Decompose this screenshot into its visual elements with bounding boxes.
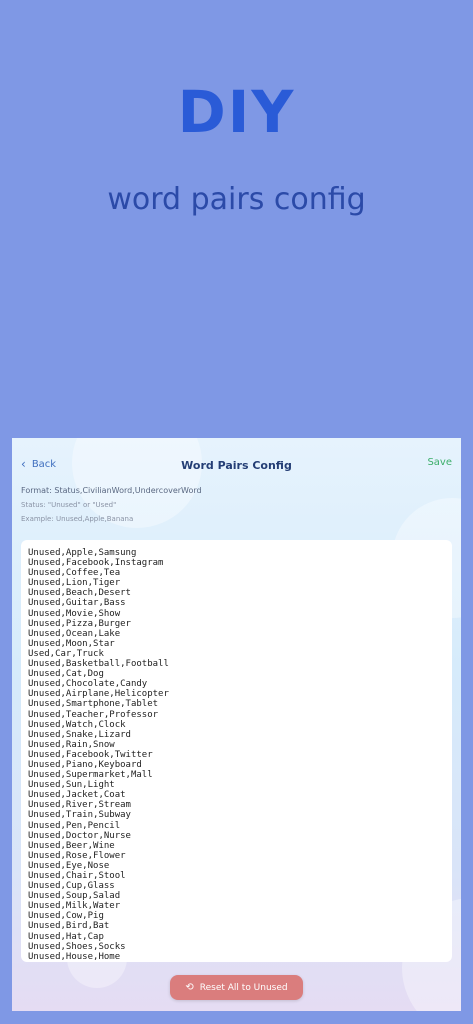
text-line: Unused,Airplane,Helicopter [28,689,169,700]
example-text: Example: Unused,Apple,Banana [21,515,134,523]
text-line: Unused,Moon,Star [28,638,115,649]
text-line: Unused,Soup,Salad [28,891,121,902]
text-line: Unused,Cow,Pig [28,911,104,922]
text-line: Unused,Doctor,Nurse [28,830,131,841]
text-line: Unused,Bird,Bat [28,921,110,932]
text-line: Unused,Guitar,Bass [28,598,126,609]
text-line: Unused,Apple,Samsung [28,548,137,558]
text-line: Unused,Facebook,Twitter [28,749,153,760]
text-line: Unused,Train,Subway [28,810,131,821]
text-line: Unused,Sun,Light [28,780,115,791]
status-text: Status: "Unused" or "Used" [21,501,117,509]
format-info: Format: Status,CivilianWord,UndercoverWo… [21,486,202,529]
text-line: Unused,Supermarket,Mall [28,770,153,781]
text-line: Unused,Hat,Cap [28,931,104,942]
hero-title: DIY [177,78,296,146]
text-line: Unused,Snake,Lizard [28,729,131,740]
text-line: Unused,Milk,Water [28,901,121,912]
text-line: Unused,Cup,Glass [28,881,115,892]
config-screen: ‹ Back Word Pairs Config Save Format: St… [12,438,461,1011]
text-line: Unused,Pen,Pencil [28,820,121,831]
text-line: Unused,Piano,Keyboard [28,759,142,770]
text-line: Unused,Beer,Wine [28,840,115,851]
text-line: Unused,Cat,Dog [28,669,104,680]
format-text: Format: Status,CivilianWord,UndercoverWo… [21,486,202,495]
text-line: Unused,Rose,Flower [28,850,126,861]
text-line: Unused,Facebook,Instagram [28,558,164,569]
navigation-bar: ‹ Back Word Pairs Config Save [12,438,461,490]
text-line: Unused,Eye,Nose [28,860,110,871]
text-line: Unused,River,Stream [28,800,131,811]
text-line: Unused,Jacket,Coat [28,790,126,801]
text-line: Unused,Coffee,Tea [28,568,121,579]
text-line: Unused,Basketball,Football [28,659,169,670]
text-line: Unused,Teacher,Professor [28,709,159,720]
text-line: Unused,Beach,Desert [28,588,131,599]
text-line: Unused,Rain,Snow [28,739,115,750]
word-pairs-textarea[interactable]: Unused,Apple,Samsung Unused,Facebook,Inst… [21,540,452,962]
text-line: Unused,Lion,Tiger [28,578,121,589]
text-line: Unused,Smartphone,Tablet [28,699,159,710]
reset-icon: ⟲ [185,982,194,993]
reset-all-button[interactable]: ⟲ Reset All to Unused [170,975,303,1000]
back-label: Back [31,458,57,470]
text-line: Used,Car,Truck [28,648,104,659]
text-line: Unused,Ocean,Lake [28,628,121,639]
back-button[interactable]: ‹ Back [21,457,56,471]
text-line: Unused,Shoes,Socks [28,941,126,952]
word-pairs-text: Unused,Apple,Samsung Unused,Facebook,Inst… [21,540,452,962]
reset-label: Reset All to Unused [199,982,288,993]
text-line: Unused,Pizza,Burger [28,618,131,629]
save-button[interactable]: Save [427,457,452,468]
text-line: Unused,Chocolate,Candy [28,679,148,690]
hero-subtitle: word pairs config [107,182,366,217]
text-line: Unused,House,Home [28,951,121,962]
text-line: Unused,Movie,Show [28,608,121,619]
chevron-left-icon: ‹ [21,457,26,471]
page-title: Word Pairs Config [181,458,292,472]
text-line: Unused,Watch,Clock [28,719,126,730]
text-line: Unused,Chair,Stool [28,871,126,881]
